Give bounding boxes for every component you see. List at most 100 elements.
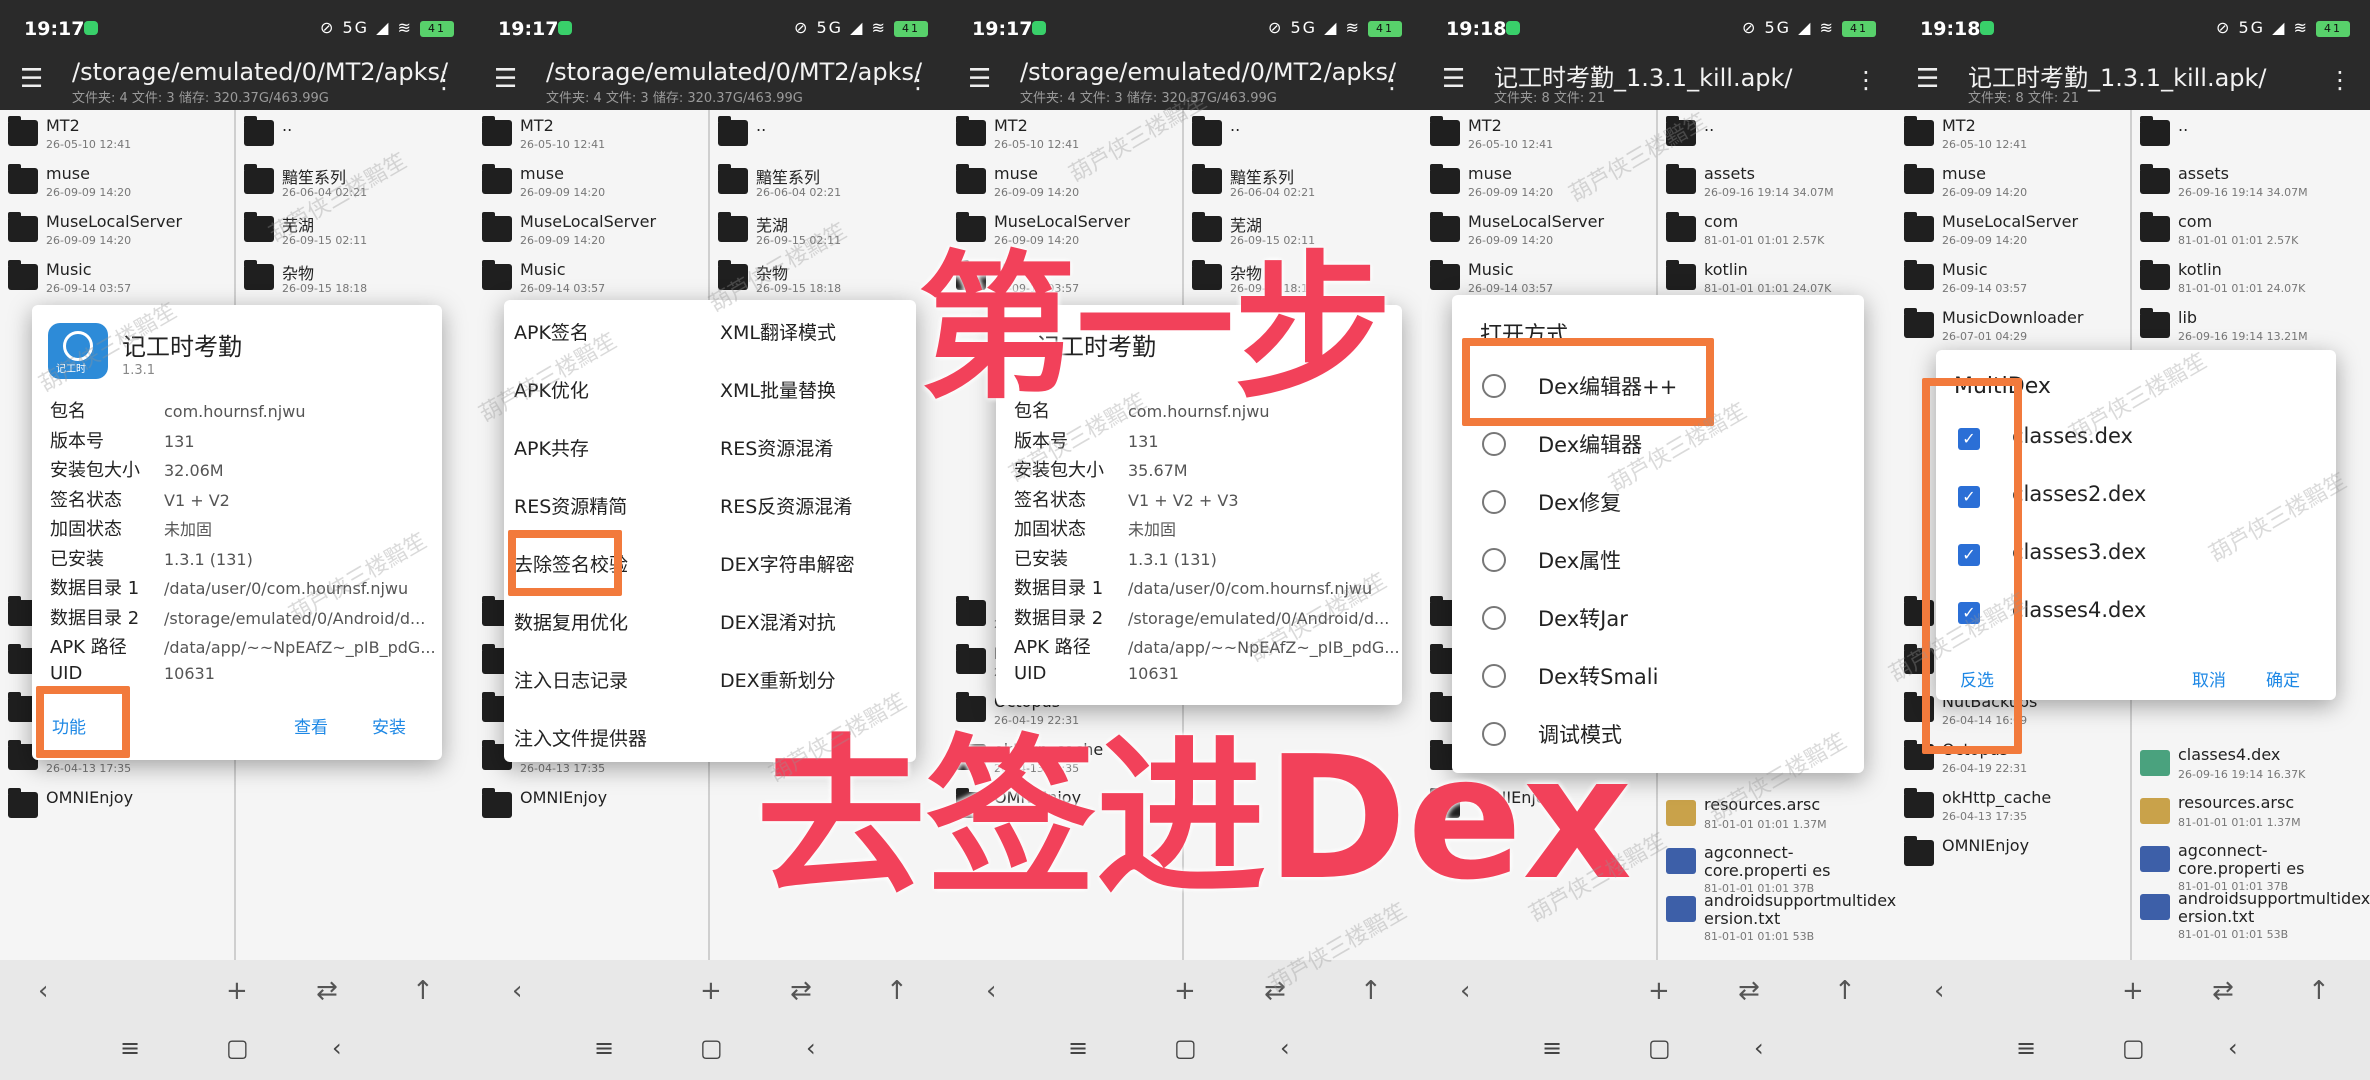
file-list-item[interactable]: MusicDownloader 26-07-01 04:29 <box>1896 302 2130 350</box>
add-icon[interactable]: + <box>700 976 722 1006</box>
home-nav-icon[interactable]: ▢ <box>2122 1034 2145 1062</box>
more-options-icon[interactable]: ⋮ <box>1854 66 1878 94</box>
file-list-item[interactable]: androidsupportmultidexv ersion.txt 81-01-… <box>1658 886 1896 943</box>
menu-item[interactable]: APK共存 <box>514 434 589 461</box>
hamburger-menu-icon[interactable]: ☰ <box>20 64 43 94</box>
more-options-icon[interactable]: ⋮ <box>432 66 456 94</box>
up-icon[interactable]: ↑ <box>1834 976 1856 1006</box>
menu-item[interactable]: DEX字符串解密 <box>720 550 855 577</box>
menu-item[interactable]: 数据复用优化 <box>514 608 628 635</box>
back-icon[interactable]: ‹ <box>986 976 996 1006</box>
radio-button[interactable] <box>1482 490 1506 514</box>
recents-nav-icon[interactable]: ≡ <box>120 1034 140 1062</box>
file-list-item[interactable]: androidsupportmultidexv ersion.txt 81-01-… <box>2132 884 2370 941</box>
home-nav-icon[interactable]: ▢ <box>226 1034 249 1062</box>
more-options-icon[interactable]: ⋮ <box>906 66 930 94</box>
back-nav-icon[interactable]: ‹ <box>806 1034 816 1062</box>
file-list-item[interactable]: assets 26-09-16 19:14 34.07M <box>2132 158 2370 206</box>
hamburger-menu-icon[interactable]: ☰ <box>1442 64 1465 94</box>
recents-nav-icon[interactable]: ≡ <box>594 1034 614 1062</box>
file-list-item[interactable]: muse 26-09-09 14:20 <box>0 158 234 206</box>
open-with-option[interactable]: Dex属性 <box>1452 531 1864 589</box>
recents-nav-icon[interactable]: ≡ <box>1542 1034 1562 1062</box>
up-icon[interactable]: ↑ <box>412 976 434 1006</box>
file-list-item[interactable]: OMNIEnjoy <box>474 782 708 830</box>
ok-button[interactable]: 确定 <box>2266 666 2300 691</box>
file-list-item[interactable]: MuseLocalServer 26-09-09 14:20 <box>0 206 234 254</box>
back-icon[interactable]: ‹ <box>512 976 522 1006</box>
file-list-item[interactable]: Music 26-09-14 03:57 <box>1896 254 2130 302</box>
hamburger-menu-icon[interactable]: ☰ <box>494 64 517 94</box>
file-list-item[interactable]: .. <box>2132 110 2370 158</box>
menu-item[interactable]: XML翻译模式 <box>720 318 836 345</box>
file-list-item[interactable]: OMNIEnjoy <box>0 782 234 830</box>
file-list-item[interactable]: MuseLocalServer 26-09-09 14:20 <box>1896 206 2130 254</box>
menu-item[interactable]: RES资源精简 <box>514 492 627 519</box>
swap-panes-icon[interactable]: ⇄ <box>1738 976 1760 1006</box>
menu-item[interactable]: XML批量替换 <box>720 376 836 403</box>
cancel-button[interactable]: 取消 <box>2192 666 2226 691</box>
back-icon[interactable]: ‹ <box>38 976 48 1006</box>
file-list-item[interactable]: muse 26-09-09 14:20 <box>474 158 708 206</box>
menu-item[interactable]: RES反资源混淆 <box>720 492 852 519</box>
open-with-option[interactable]: Dex转Jar <box>1452 589 1864 647</box>
file-list-item[interactable]: lib 26-09-16 19:14 13.21M <box>2132 302 2370 350</box>
file-list-item[interactable]: agconnect-core.properti es 81-01-01 01:01… <box>2132 836 2370 893</box>
add-icon[interactable]: + <box>2122 976 2144 1006</box>
up-icon[interactable]: ↑ <box>1360 976 1382 1006</box>
file-list-item[interactable]: MT2 26-05-10 12:41 <box>1896 110 2130 158</box>
back-icon[interactable]: ‹ <box>1934 976 1944 1006</box>
file-list-item[interactable]: OMNIEnjoy <box>1896 830 2130 878</box>
home-nav-icon[interactable]: ▢ <box>700 1034 723 1062</box>
swap-panes-icon[interactable]: ⇄ <box>2212 976 2234 1006</box>
install-button[interactable]: 安装 <box>372 713 406 738</box>
more-options-icon[interactable]: ⋮ <box>1380 66 1404 94</box>
file-list-item[interactable]: Music 26-09-14 03:57 <box>0 254 234 302</box>
file-list-item[interactable]: assets 26-09-16 19:14 34.07M <box>1658 158 1896 206</box>
view-button[interactable]: 查看 <box>294 713 328 738</box>
file-list-item[interactable]: com 81-01-01 01:01 2.57K <box>1658 206 1896 254</box>
open-with-option[interactable]: Dex修复 <box>1452 473 1864 531</box>
file-list-item[interactable]: MuseLocalServer 26-09-09 14:20 <box>474 206 708 254</box>
radio-button[interactable] <box>1482 432 1506 456</box>
back-nav-icon[interactable]: ‹ <box>332 1034 342 1062</box>
recents-nav-icon[interactable]: ≡ <box>1068 1034 1088 1062</box>
file-list-item[interactable]: resources.arsc 81-01-01 01:01 1.37M <box>2132 788 2370 836</box>
hamburger-menu-icon[interactable]: ☰ <box>968 64 991 94</box>
file-list-item[interactable]: 黯笙系列 26-06-04 02:21 <box>710 158 948 206</box>
back-nav-icon[interactable]: ‹ <box>2228 1034 2238 1062</box>
back-icon[interactable]: ‹ <box>1460 976 1470 1006</box>
back-nav-icon[interactable]: ‹ <box>1754 1034 1764 1062</box>
swap-panes-icon[interactable]: ⇄ <box>790 976 812 1006</box>
file-list-item[interactable]: .. <box>236 110 474 158</box>
file-list-item[interactable]: agconnect-core.properti es 81-01-01 01:01… <box>1658 838 1896 895</box>
home-nav-icon[interactable]: ▢ <box>1648 1034 1671 1062</box>
recents-nav-icon[interactable]: ≡ <box>2016 1034 2036 1062</box>
up-icon[interactable]: ↑ <box>2308 976 2330 1006</box>
file-list-item[interactable]: .. <box>1184 110 1422 158</box>
menu-item[interactable]: RES资源混淆 <box>720 434 833 461</box>
back-nav-icon[interactable]: ‹ <box>1280 1034 1290 1062</box>
file-list-item[interactable]: MT2 26-05-10 12:41 <box>474 110 708 158</box>
menu-item[interactable]: 注入日志记录 <box>514 666 628 693</box>
file-list-item[interactable]: resources.arsc 81-01-01 01:01 1.37M <box>1658 790 1896 838</box>
file-list-item[interactable]: 黯笙系列 26-06-04 02:21 <box>1184 158 1422 206</box>
home-nav-icon[interactable]: ▢ <box>1174 1034 1197 1062</box>
menu-item[interactable]: DEX混淆对抗 <box>720 608 836 635</box>
up-icon[interactable]: ↑ <box>886 976 908 1006</box>
file-list-item[interactable]: com 81-01-01 01:01 2.57K <box>2132 206 2370 254</box>
file-list-item[interactable]: .. <box>710 110 948 158</box>
file-list-item[interactable]: muse 26-09-09 14:20 <box>1896 158 2130 206</box>
file-list-item[interactable]: classes4.dex 26-09-16 19:14 16.37K <box>2132 740 2370 788</box>
file-list-item[interactable]: 杂物 26-09-15 18:18 <box>236 254 474 302</box>
more-options-icon[interactable]: ⋮ <box>2328 66 2352 94</box>
radio-button[interactable] <box>1482 606 1506 630</box>
radio-button[interactable] <box>1482 548 1506 572</box>
file-list-item[interactable]: Music 26-09-14 03:57 <box>474 254 708 302</box>
file-list-item[interactable]: MT2 26-05-10 12:41 <box>0 110 234 158</box>
file-list-item[interactable]: okHttp_cache 26-04-13 17:35 <box>1896 782 2130 830</box>
swap-panes-icon[interactable]: ⇄ <box>316 976 338 1006</box>
add-icon[interactable]: + <box>1174 976 1196 1006</box>
add-icon[interactable]: + <box>226 976 248 1006</box>
menu-item[interactable]: 注入文件提供器 <box>514 724 647 751</box>
